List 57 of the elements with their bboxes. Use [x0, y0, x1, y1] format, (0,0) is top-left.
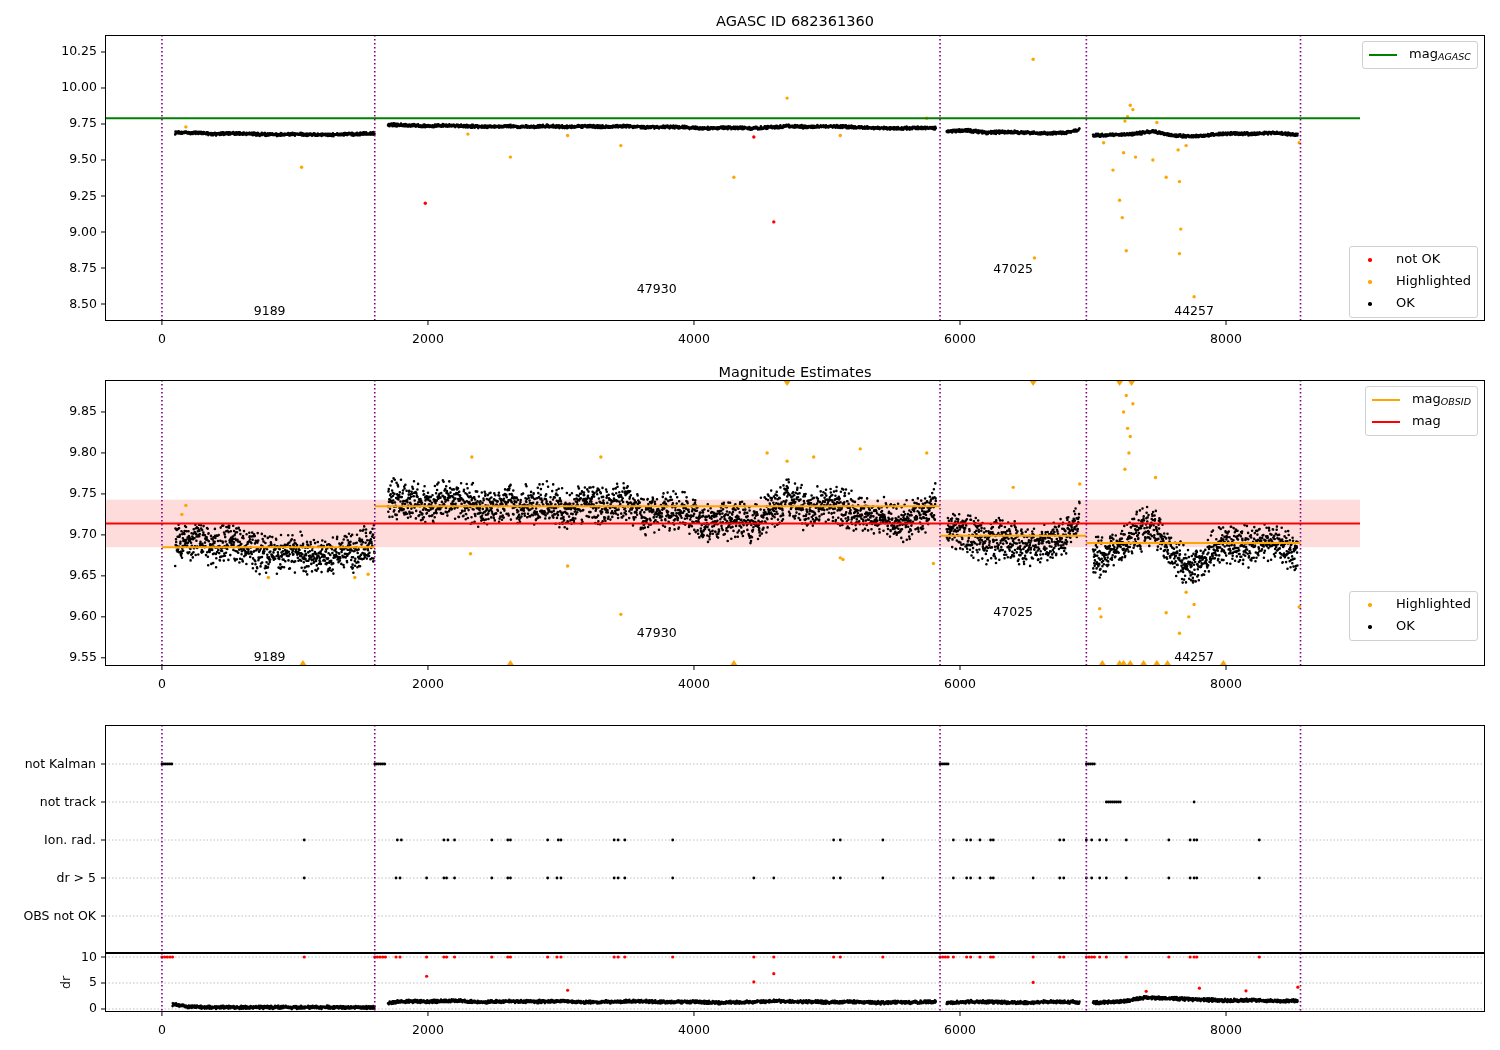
tick-label: 9.85: [69, 403, 97, 419]
tick-label: 8.75: [69, 259, 97, 275]
tick-label: 9.00: [69, 223, 97, 239]
obsid-label: 9189: [253, 302, 286, 318]
legend-label: mag$_{OBSID}$: [1411, 390, 1471, 409]
tick-label: 0: [157, 1021, 166, 1037]
tick-label: 4000: [678, 1021, 710, 1037]
tick-label: 8.50: [69, 295, 97, 311]
tick-label: 0: [89, 1000, 97, 1016]
legend-label: mag$_{AGASC}$: [1409, 45, 1471, 64]
tick-label: 9.65: [69, 567, 97, 583]
tick-label: 4000: [678, 675, 710, 691]
tick-label: Ion. rad.: [44, 831, 96, 847]
tick-label: dr > 5: [56, 869, 96, 885]
chart-title: AGASC ID 682361360: [716, 13, 874, 29]
tick-label: 2000: [412, 1021, 444, 1037]
obsid-label: 44257: [1174, 649, 1214, 665]
obsid-label: 47930: [636, 281, 677, 297]
legend-label: Highlighted: [1396, 272, 1471, 290]
obsid-label: 47930: [636, 624, 677, 640]
legend-label: OK: [1396, 294, 1415, 312]
tick-label: 8000: [1210, 1021, 1242, 1037]
tick-label: 0: [157, 675, 166, 691]
tick-label: 8000: [1210, 330, 1242, 346]
tick-label: 5: [89, 974, 97, 990]
tick-label: 9.80: [69, 444, 97, 460]
tick-label: 9.75: [69, 485, 97, 501]
tick-label: 9.25: [69, 187, 97, 203]
legend-label: OK: [1396, 617, 1415, 635]
legend-label: Highlighted: [1396, 595, 1471, 613]
tick-label: 6000: [944, 1021, 976, 1037]
tick-label: not Kalman: [24, 755, 96, 771]
obsid-label: 44257: [1174, 302, 1214, 318]
obsid-label: 47025: [993, 604, 1034, 620]
tick-label: 6000: [944, 675, 976, 691]
tick-label: OBS not OK: [23, 907, 96, 923]
tick-label: 2000: [412, 675, 444, 691]
tick-label: 6000: [944, 330, 976, 346]
tick-label: 10.00: [61, 79, 97, 95]
obsid-label: 47025: [993, 260, 1034, 276]
tick-label: 0: [157, 330, 166, 346]
tick-label: not track: [39, 793, 96, 809]
chart-title: Magnitude Estimates: [718, 364, 872, 380]
obsid-label: 9189: [253, 649, 286, 665]
tick-label: 10: [81, 948, 97, 964]
tick-label: 9.55: [69, 649, 97, 665]
tick-label: 9.75: [69, 115, 97, 131]
tick-label: 10.25: [61, 43, 97, 59]
axis-label: dr: [57, 975, 73, 990]
tick-label: 4000: [678, 330, 710, 346]
tick-label: 9.70: [69, 526, 97, 542]
tick-label: 8000: [1210, 675, 1242, 691]
tick-label: 2000: [412, 330, 444, 346]
legend-label: not OK: [1396, 250, 1441, 268]
legend-label: mag: [1411, 412, 1441, 430]
tick-label: 9.60: [69, 608, 97, 624]
tick-label: 9.50: [69, 151, 97, 167]
